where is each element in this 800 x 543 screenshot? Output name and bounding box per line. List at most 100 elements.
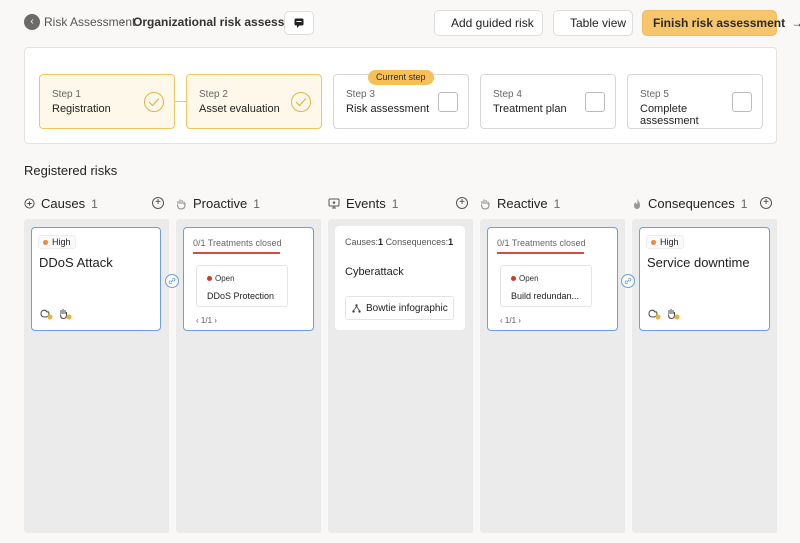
column-header-events: Events 1 (328, 196, 398, 211)
column-count: 1 (391, 196, 399, 211)
treatment-title: Build redundan... (511, 291, 580, 301)
event-title: Cyberattack (345, 266, 404, 278)
column-name: Causes (41, 196, 86, 211)
column-count: 1 (553, 196, 561, 211)
prev-icon[interactable]: ‹ (196, 316, 199, 325)
column-count: 1 (253, 196, 260, 211)
status-label: Open (519, 274, 539, 283)
treatment-card[interactable]: Open DDoS Protection (196, 265, 288, 307)
plus-circle-icon (24, 198, 35, 209)
step-name: Risk assessment (346, 103, 430, 115)
treatment-title: DDoS Protection (207, 291, 275, 301)
open-dot-icon (511, 276, 516, 281)
step-number: Step 2 (199, 89, 228, 100)
event-card[interactable]: Causes:1 Consequences:1 Cyberattack Bowt… (335, 226, 465, 330)
breadcrumb-separator: › (121, 14, 125, 28)
comment-button[interactable] (284, 11, 314, 35)
monitor-icon (328, 198, 340, 209)
flame-warning-icon (40, 309, 53, 320)
step-checkbox[interactable] (585, 92, 605, 112)
status-icons (39, 308, 72, 320)
back-button[interactable]: ‹ (24, 14, 40, 30)
step-1[interactable]: Step 1 Registration (39, 74, 175, 129)
flame-warning-icon (648, 309, 661, 320)
consequence-title: Service downtime (647, 255, 750, 270)
risk-level-badge: High (646, 235, 684, 249)
step-checkbox[interactable] (732, 92, 752, 112)
cause-title: DDoS Attack (39, 255, 113, 270)
add-cause-button[interactable]: + (152, 197, 164, 209)
risk-level-badge: High (38, 235, 76, 249)
progress-underline (193, 252, 280, 254)
column-name: Events (346, 196, 386, 211)
risk-level-label: High (52, 237, 71, 247)
hierarchy-icon (352, 303, 361, 313)
step-name: Registration (52, 103, 111, 115)
step-4[interactable]: Step 4 Treatment plan (480, 74, 616, 129)
link-button[interactable] (621, 274, 635, 288)
step-2[interactable]: Step 2 Asset evaluation (186, 74, 322, 129)
add-event-button[interactable]: + (456, 197, 468, 209)
bowtie-label: Bowtie infographic (366, 302, 448, 314)
step-name: Complete assessment (640, 103, 699, 127)
step-number: Step 5 (640, 89, 669, 100)
status-pill: Open (511, 274, 539, 283)
add-guided-risk-button[interactable]: Add guided risk (434, 10, 543, 36)
step-number: Step 4 (493, 89, 522, 100)
prev-icon[interactable]: ‹ (500, 316, 503, 325)
consequence-card[interactable]: High Service downtime (639, 227, 770, 331)
column-name: Proactive (193, 196, 248, 211)
status-label: Open (215, 274, 235, 283)
add-guided-risk-label: Add guided risk (451, 16, 534, 30)
current-step-badge: Current step (368, 70, 434, 85)
table-view-button[interactable]: Table view (553, 10, 633, 36)
cause-card[interactable]: High DDoS Attack (31, 227, 161, 331)
next-icon[interactable]: › (214, 316, 217, 325)
add-consequence-button[interactable]: + (760, 197, 772, 209)
arrow-right-icon: → (791, 16, 800, 30)
next-icon[interactable]: › (518, 316, 521, 325)
column-count: 1 (91, 196, 98, 211)
column-header-causes: Causes 1 (24, 196, 98, 211)
proactive-card[interactable]: 0/1 Treatments closed Open DDoS Protecti… (183, 227, 314, 331)
bowtie-infographic-button[interactable]: Bowtie infographic (345, 296, 454, 320)
consequences-label: Consequences: (385, 237, 449, 247)
causes-label: Causes: (345, 237, 379, 247)
reactive-card[interactable]: 0/1 Treatments closed Open Build redunda… (487, 227, 618, 331)
column-header-reactive: Reactive 1 (480, 196, 560, 211)
column-name: Reactive (497, 196, 548, 211)
progress-underline (497, 252, 584, 254)
link-button[interactable] (165, 274, 179, 288)
column-count: 1 (740, 196, 748, 211)
link-icon (624, 277, 632, 285)
registered-risks-title: Registered risks (24, 163, 118, 178)
flame-icon (634, 198, 640, 209)
status-pill: Open (207, 274, 235, 283)
pager[interactable]: ‹ 1/1 › (196, 316, 217, 325)
finish-risk-assessment-button[interactable]: Finish risk assessment → (642, 10, 800, 36)
risk-level-label: High (660, 237, 679, 247)
treatments-status: 0/1 Treatments closed (497, 238, 586, 248)
column-header-proactive: Proactive 1 (176, 196, 260, 211)
link-icon (168, 277, 176, 285)
table-view-label: Table view (570, 16, 627, 30)
causes-count: 1 (378, 237, 384, 247)
event-counts: Causes:1 Consequences:1 (345, 237, 453, 247)
treatment-card[interactable]: Open Build redundan... (500, 265, 592, 307)
hand-icon (480, 199, 490, 210)
step-name: Asset evaluation (199, 103, 280, 115)
column-name: Consequences (648, 196, 735, 211)
high-dot-icon (651, 239, 656, 245)
step-number: Step 3 (346, 89, 375, 100)
check-icon (291, 92, 311, 112)
hand-warning-icon (668, 309, 680, 320)
step-5[interactable]: Step 5 Complete assessment (627, 74, 763, 129)
step-checkbox[interactable] (438, 92, 458, 112)
pager-label: 1/1 (504, 316, 517, 325)
status-icons (647, 308, 680, 320)
pager-label: 1/1 (200, 316, 213, 325)
check-icon (144, 92, 164, 112)
consequences-count: 1 (448, 237, 454, 247)
pager[interactable]: ‹ 1/1 › (500, 316, 521, 325)
hand-warning-icon (60, 309, 72, 320)
